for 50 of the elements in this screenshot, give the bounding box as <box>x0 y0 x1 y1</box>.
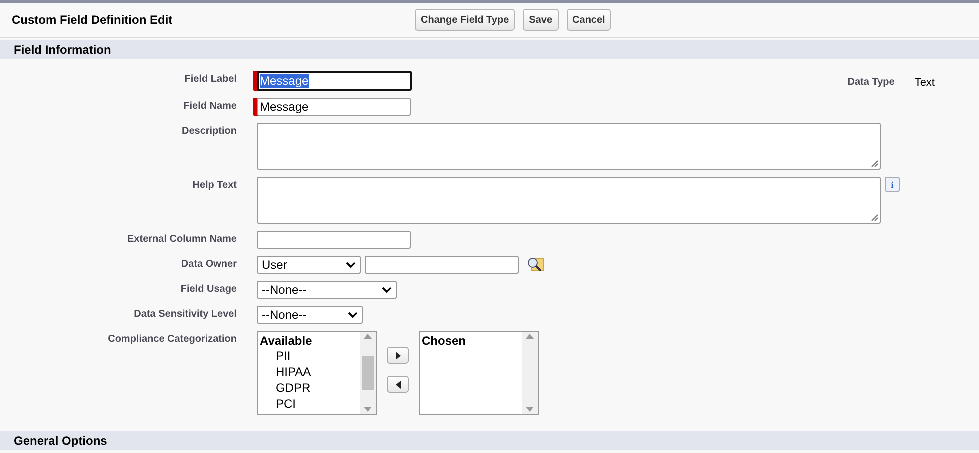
list-heading: Available <box>260 334 314 348</box>
field-label: Field Label <box>184 73 237 87</box>
lookup-field[interactable] <box>365 256 519 274</box>
text-area[interactable] <box>257 123 881 170</box>
info-icon[interactable]: i <box>885 177 900 192</box>
caret-icon <box>348 312 358 318</box>
scrollbar[interactable] <box>360 332 376 414</box>
caret-icon <box>382 287 392 293</box>
field-label: Compliance Categorization <box>107 333 237 347</box>
caret-icon <box>346 262 356 268</box>
scroll-down-icon[interactable] <box>364 407 372 412</box>
search-icon[interactable] <box>527 257 545 273</box>
remove-button[interactable] <box>387 376 409 393</box>
field-label: Help Text <box>192 179 237 193</box>
section-title: General Options <box>14 434 108 448</box>
select-field[interactable]: --None-- <box>257 306 363 324</box>
text-field[interactable] <box>257 231 411 249</box>
field-label: Data Type <box>848 77 895 89</box>
toolbar-button[interactable]: Save <box>523 9 559 31</box>
page-title: Custom Field Definition Edit <box>12 13 174 27</box>
list-box[interactable]: Available PII HIPAA GDPR PCI <box>257 331 377 415</box>
field-label: Data Owner <box>180 258 237 272</box>
scroll-down-icon[interactable] <box>526 407 534 412</box>
field-label: Description <box>180 125 237 139</box>
scroll-up-icon[interactable] <box>526 334 534 339</box>
field-value: Text <box>914 77 935 89</box>
field-label: Field Usage <box>180 283 237 297</box>
field-label: External Column Name <box>126 233 237 247</box>
list-heading: Chosen <box>422 334 468 348</box>
select-field[interactable]: --None-- <box>257 281 397 299</box>
scroll-up-icon[interactable] <box>364 334 372 339</box>
add-button[interactable] <box>387 347 409 364</box>
text-area[interactable] <box>257 177 881 224</box>
list-box[interactable]: Chosen <box>419 331 539 415</box>
scroll-thumb[interactable] <box>362 356 374 390</box>
resize-grip-icon[interactable] <box>871 160 878 167</box>
list-option[interactable]: HIPAA <box>260 364 358 380</box>
scrollbar[interactable] <box>522 332 538 414</box>
caret-right-icon <box>396 352 400 360</box>
caret-left-icon <box>396 380 400 388</box>
toolbar-button[interactable]: Cancel <box>566 9 612 31</box>
select-field[interactable]: User <box>257 256 361 274</box>
list-option[interactable]: PII <box>260 348 358 364</box>
list-option[interactable]: GDPR <box>260 380 358 396</box>
field-label: Field Name <box>182 100 237 114</box>
toolbar-button[interactable]: Change Field Type <box>415 9 516 31</box>
field-label: Data Sensitivity Level <box>133 308 237 322</box>
section-title: Field Information <box>14 42 112 56</box>
list-option[interactable]: PCI <box>260 396 358 412</box>
resize-grip-icon[interactable] <box>871 214 878 221</box>
